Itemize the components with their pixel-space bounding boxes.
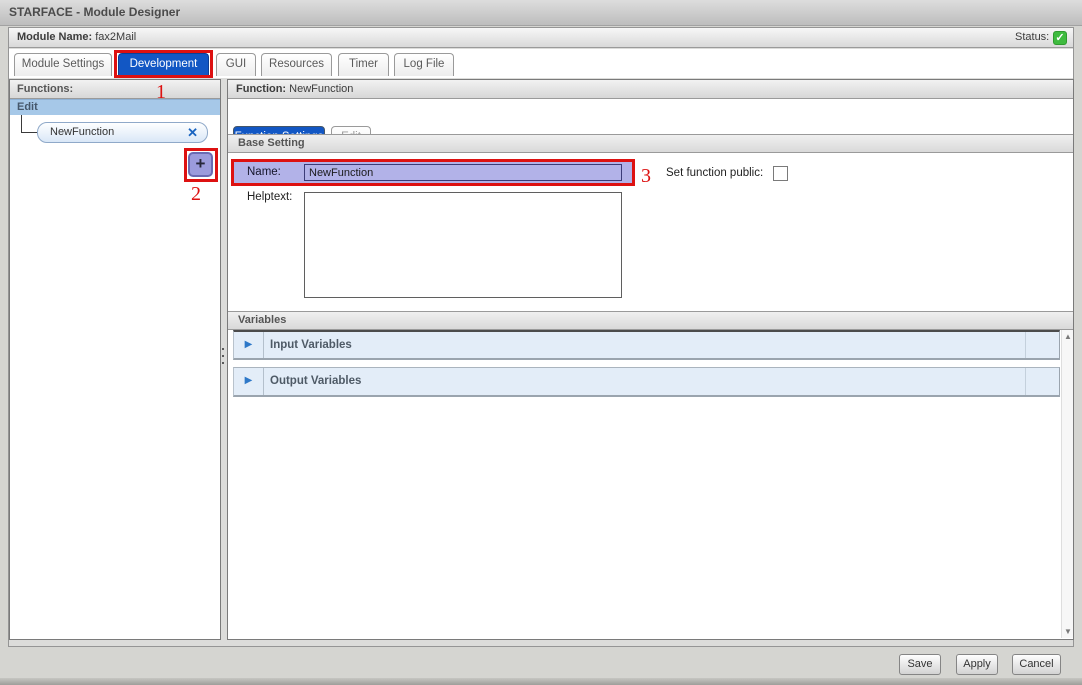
module-designer-screen: STARFACE - Module Designer Module Name: … <box>0 0 1082 685</box>
set-function-public-checkbox[interactable] <box>773 166 788 181</box>
window-bottom-edge <box>0 678 1082 685</box>
expand-arrow-icon[interactable]: ▶ <box>245 339 253 350</box>
status-check-icon: ✓ <box>1053 31 1067 45</box>
variables-header: Variables <box>228 311 1073 330</box>
tree-item-label: NewFunction <box>50 126 114 138</box>
input-variables-label: Input Variables <box>270 332 352 358</box>
tab-timer[interactable]: Timer <box>338 53 389 76</box>
function-header-label: Function: <box>236 83 286 95</box>
row-column-divider <box>1025 368 1026 395</box>
window-title-bar: STARFACE - Module Designer <box>0 0 1082 26</box>
tab-resources[interactable]: Resources <box>261 53 332 76</box>
tree-connector-horizontal <box>21 132 38 133</box>
module-header-bar: Module Name: fax2Mail <box>9 28 1073 48</box>
add-function-button[interactable]: + <box>188 152 213 177</box>
delete-function-icon[interactable]: ✕ <box>187 123 198 142</box>
expand-arrow-icon[interactable]: ▶ <box>245 375 253 386</box>
output-variables-label: Output Variables <box>270 368 361 394</box>
name-row-highlight: Name: <box>231 159 635 186</box>
base-setting-header: Base Setting <box>228 134 1073 153</box>
functions-panel-header: Functions: <box>10 80 220 99</box>
output-variables-expand-cell[interactable]: ▶ <box>234 368 264 395</box>
variables-scrollbar[interactable]: ▲ ▼ <box>1061 330 1073 638</box>
scroll-down-icon[interactable]: ▼ <box>1062 627 1074 636</box>
function-name-input[interactable] <box>304 164 622 181</box>
helptext-label: Helptext: <box>247 191 292 203</box>
helptext-textarea[interactable] <box>304 192 622 298</box>
tree-item-newfunction[interactable]: NewFunction ✕ <box>37 122 208 143</box>
tab-development[interactable]: Development <box>118 53 209 76</box>
input-variables-row[interactable]: ▶ Input Variables <box>233 330 1060 360</box>
module-name-label: Module Name: <box>17 31 92 43</box>
module-name-value: fax2Mail <box>95 31 136 43</box>
cancel-button[interactable]: Cancel <box>1012 654 1061 675</box>
function-header-bar: Function: NewFunction <box>228 80 1073 99</box>
tab-module-settings[interactable]: Module Settings <box>14 53 112 76</box>
input-variables-expand-cell[interactable]: ▶ <box>234 332 264 358</box>
panel-splitter-handle[interactable] <box>220 343 225 367</box>
apply-button[interactable]: Apply <box>956 654 998 675</box>
tree-connector-vertical <box>21 115 22 132</box>
main-tab-strip: Module Settings Development GUI Resource… <box>9 49 1073 78</box>
functions-group-edit[interactable]: Edit <box>10 99 220 115</box>
row-column-divider <box>1025 332 1026 358</box>
scroll-up-icon[interactable]: ▲ <box>1062 332 1074 341</box>
set-function-public-label: Set function public: <box>666 167 763 179</box>
tab-log-file[interactable]: Log File <box>394 53 454 76</box>
name-label: Name: <box>247 162 281 183</box>
tab-gui[interactable]: GUI <box>216 53 256 76</box>
save-button[interactable]: Save <box>899 654 941 675</box>
output-variables-row[interactable]: ▶ Output Variables <box>233 367 1060 397</box>
function-header-value: NewFunction <box>289 83 353 95</box>
window-title: STARFACE - Module Designer <box>9 5 180 19</box>
